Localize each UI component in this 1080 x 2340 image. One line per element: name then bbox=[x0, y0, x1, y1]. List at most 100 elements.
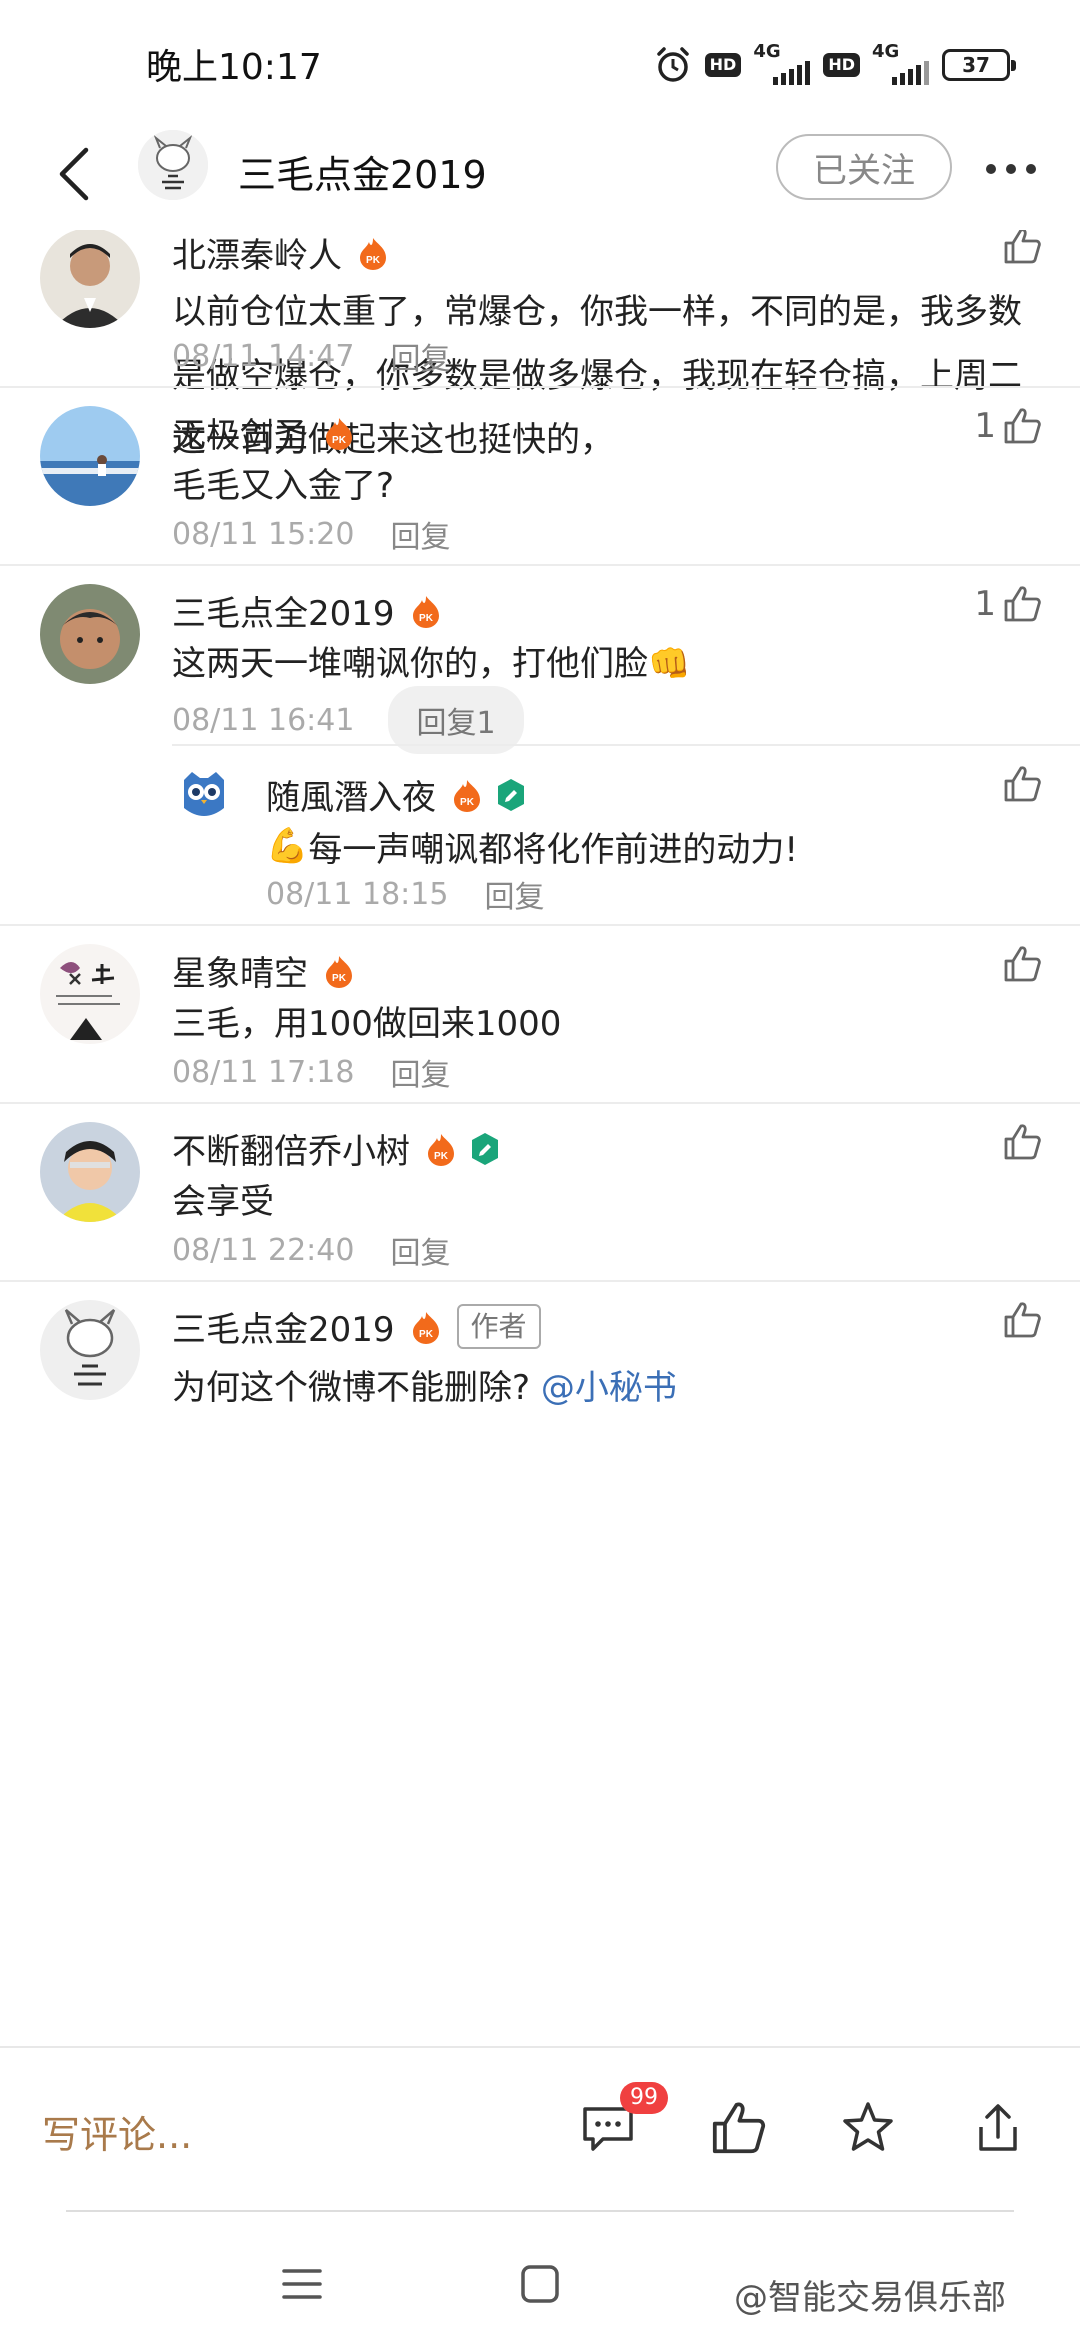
like-count: 1 bbox=[974, 406, 996, 446]
bottom-action-bar: 写评论... 99 bbox=[0, 2046, 1080, 2210]
avatar[interactable] bbox=[172, 764, 236, 828]
comment-meta: 08/11 22:40 回复 bbox=[172, 1228, 450, 1272]
avatar[interactable] bbox=[40, 406, 140, 506]
comment-text: 会享受 bbox=[172, 1182, 274, 1222]
battery-level: 37 bbox=[962, 53, 990, 77]
reply-button[interactable]: 回复 bbox=[390, 1228, 450, 1272]
comment-username[interactable]: 三毛点全2019 PK bbox=[172, 586, 441, 635]
hd-indicator-2: HD bbox=[823, 53, 860, 77]
avatar[interactable] bbox=[40, 230, 140, 328]
network-type: 4G bbox=[753, 41, 781, 62]
signal-icon: 4G bbox=[753, 41, 811, 85]
account-avatar[interactable] bbox=[138, 130, 208, 200]
comment-text: 毛毛又入金了? bbox=[172, 466, 395, 506]
svg-text:PK: PK bbox=[419, 1329, 434, 1340]
more-options-button[interactable] bbox=[976, 140, 1046, 198]
back-button[interactable] bbox=[44, 138, 104, 210]
svg-text:PK: PK bbox=[434, 1151, 449, 1162]
like-button[interactable] bbox=[996, 1300, 1042, 1340]
square-icon bbox=[521, 2265, 559, 2303]
comment-count-badge: 99 bbox=[620, 2082, 668, 2115]
header: 三毛点金2019 已关注 bbox=[0, 120, 1080, 230]
follow-button[interactable]: 已关注 bbox=[776, 134, 952, 200]
comment-time: 08/11 14:47 bbox=[172, 338, 355, 374]
comment-text-body: 为何这个微博不能删除? bbox=[172, 1368, 531, 1408]
like-button[interactable]: 1 bbox=[974, 584, 1042, 624]
comment-time: 08/11 15:20 bbox=[172, 516, 355, 552]
flexed-biceps-emoji-icon: 💪 bbox=[266, 826, 309, 866]
divider bbox=[172, 744, 1080, 746]
pk-badge-icon: PK bbox=[326, 955, 352, 988]
pk-badge-icon: PK bbox=[412, 595, 439, 628]
thumbs-up-icon bbox=[712, 2102, 766, 2154]
comment-meta: 08/11 15:20 回复 bbox=[172, 512, 450, 556]
like-button[interactable]: 1 bbox=[974, 406, 1042, 446]
comment-username[interactable]: 三毛点金2019 PK 作者 bbox=[172, 1302, 541, 1351]
pk-badge-icon: PK bbox=[360, 237, 386, 270]
status-bar: 晚上10:17 HD 4G HD 4G 37 bbox=[0, 0, 1080, 120]
like-post-button[interactable] bbox=[706, 2096, 770, 2160]
avatar[interactable] bbox=[40, 584, 140, 684]
share-button[interactable] bbox=[966, 2096, 1030, 2160]
username-text: 三毛点全2019 bbox=[172, 594, 395, 634]
thumbs-up-icon bbox=[1004, 230, 1041, 264]
comment-time: 08/11 16:41 bbox=[172, 702, 355, 738]
like-button[interactable] bbox=[996, 1122, 1042, 1162]
more-dot-icon bbox=[1026, 164, 1036, 174]
avatar[interactable] bbox=[40, 1122, 140, 1222]
network-type-2: 4G bbox=[872, 41, 900, 62]
comment-time: 08/11 22:40 bbox=[172, 1232, 355, 1268]
more-dot-icon bbox=[1006, 164, 1016, 174]
reply-button[interactable]: 回复 bbox=[390, 334, 450, 378]
reply-button[interactable]: 回复 bbox=[390, 1050, 450, 1094]
reply-button[interactable]: 回复 bbox=[484, 872, 544, 916]
comment-username[interactable]: 星象晴空 PK bbox=[172, 946, 354, 995]
svg-text:PK: PK bbox=[460, 797, 475, 808]
alarm-icon bbox=[656, 47, 689, 82]
reply-button[interactable]: 回复 bbox=[390, 512, 450, 556]
thumbs-up-icon bbox=[1004, 408, 1041, 444]
home-button[interactable] bbox=[512, 2256, 568, 2312]
favorite-button[interactable] bbox=[836, 2096, 900, 2160]
divider bbox=[66, 2210, 1014, 2212]
verified-badge-icon bbox=[472, 1132, 498, 1165]
chevron-left-icon bbox=[59, 147, 89, 201]
write-comment-input[interactable]: 写评论... bbox=[42, 2104, 192, 2159]
like-button[interactable] bbox=[996, 944, 1042, 984]
comment-username[interactable]: 北漂秦岭人 PK bbox=[172, 230, 388, 277]
signal-icon-2: 4G bbox=[872, 41, 930, 85]
avatar[interactable] bbox=[40, 1300, 140, 1400]
mention-link[interactable]: @小秘书 bbox=[541, 1368, 677, 1408]
pk-badge-icon: PK bbox=[326, 417, 352, 450]
like-button[interactable] bbox=[1002, 764, 1042, 804]
comment-time: 08/11 17:18 bbox=[172, 1054, 355, 1090]
thumbs-up-icon bbox=[1004, 946, 1041, 982]
divider bbox=[0, 1102, 1080, 1104]
like-button[interactable] bbox=[996, 230, 1042, 266]
comment-meta: 08/11 17:18 回复 bbox=[172, 1050, 450, 1094]
comment-meta: 08/11 14:47 回复 bbox=[172, 334, 450, 378]
reply-meta: 08/11 18:15 回复 bbox=[266, 872, 544, 916]
username-text: 北漂秦岭人 bbox=[172, 236, 342, 276]
avatar[interactable] bbox=[40, 944, 140, 1044]
thumbs-up-icon bbox=[1004, 1124, 1041, 1160]
comment-text: 为何这个微博不能删除? @小秘书 bbox=[172, 1356, 1032, 1420]
reply-username[interactable]: 随風潛入夜 PK bbox=[266, 770, 526, 819]
system-navigation-bar: @智能交易俱乐部 bbox=[0, 2214, 1080, 2340]
username-text: 三毛点金2019 bbox=[172, 1310, 395, 1350]
recent-apps-button[interactable] bbox=[274, 2256, 330, 2312]
comment-username[interactable]: 无极剑圣 PK bbox=[172, 408, 354, 457]
like-count: 1 bbox=[974, 584, 996, 624]
svg-text:PK: PK bbox=[419, 613, 434, 624]
thumbs-up-icon bbox=[1004, 766, 1041, 802]
svg-text:PK: PK bbox=[366, 255, 381, 266]
author-tag: 作者 bbox=[456, 1303, 541, 1350]
divider bbox=[0, 564, 1080, 566]
comment-list: 北漂秦岭人 PK 以前仓位太重了，常爆仓，你我一样，不同的是，我多数是做空爆仓，… bbox=[0, 230, 1080, 2046]
comment-username[interactable]: 不断翻倍乔小树 PK bbox=[172, 1124, 500, 1173]
pk-badge-icon: PK bbox=[428, 1133, 454, 1166]
reply-time: 08/11 18:15 bbox=[266, 876, 449, 912]
fist-emoji-icon: 👊 bbox=[648, 644, 691, 684]
username-text: 不断翻倍乔小树 bbox=[172, 1132, 410, 1172]
more-dot-icon bbox=[986, 164, 996, 174]
